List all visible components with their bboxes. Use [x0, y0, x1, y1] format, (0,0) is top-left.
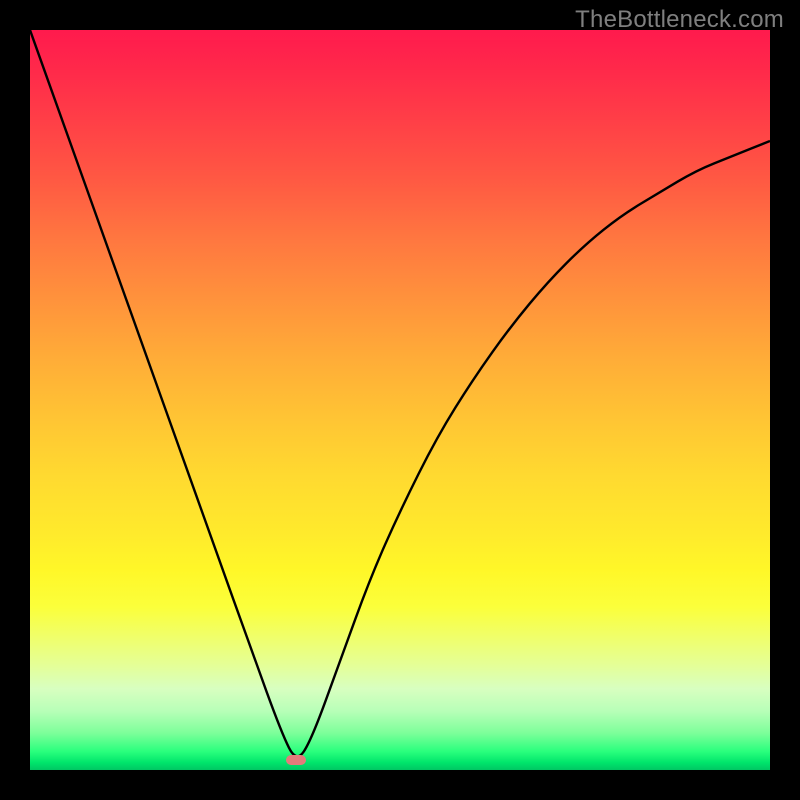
chart-frame: TheBottleneck.com	[0, 0, 800, 800]
minimum-marker	[286, 755, 306, 765]
plot-area	[30, 30, 770, 770]
bottleneck-curve	[30, 30, 770, 770]
curve-path	[30, 30, 770, 756]
watermark-text: TheBottleneck.com	[575, 6, 784, 34]
